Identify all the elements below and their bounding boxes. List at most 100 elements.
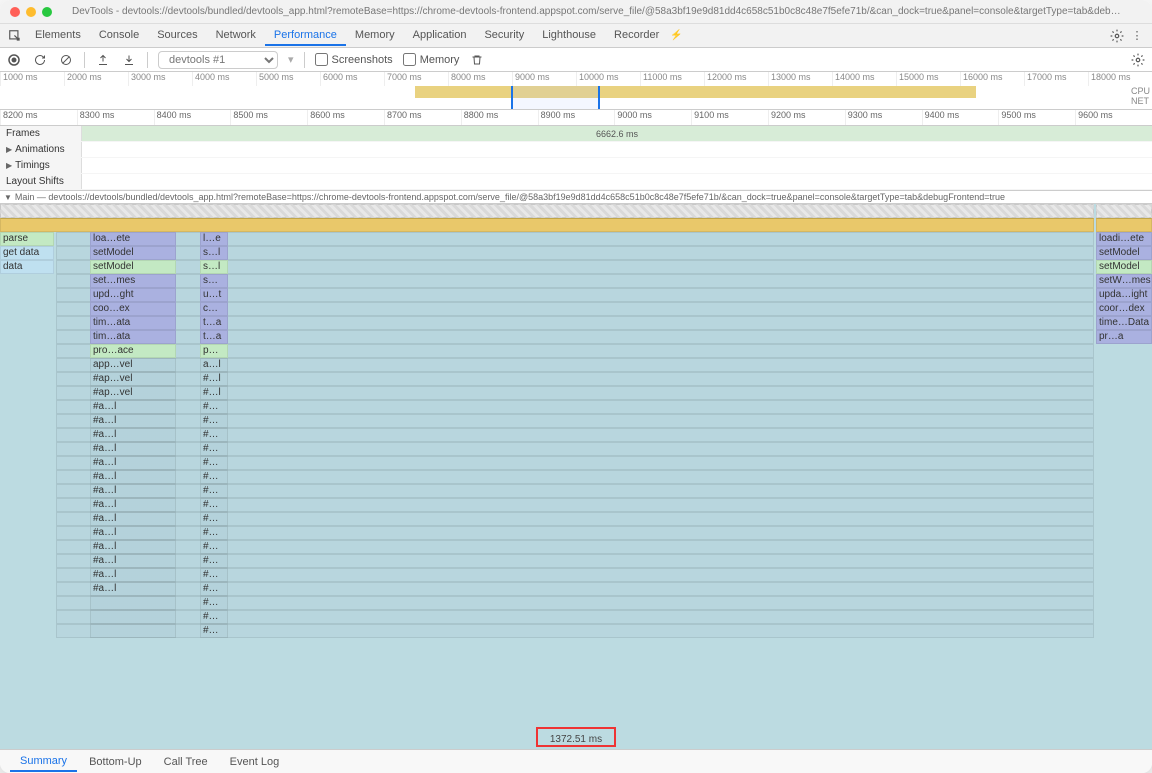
flame-entry[interactable]: tim…ata <box>90 330 176 344</box>
flame-entry[interactable]: p… <box>200 344 228 358</box>
bottom-tab-summary[interactable]: Summary <box>10 752 77 772</box>
flame-entry[interactable] <box>0 204 1094 218</box>
flame-entry[interactable]: pro…ace <box>90 344 176 358</box>
flame-entry[interactable]: setModel <box>90 260 176 274</box>
flame-chart[interactable]: 1372.51 ms TaskRun Microtasksparseloa…et… <box>0 204 1152 749</box>
zoom-window[interactable] <box>42 7 52 17</box>
flame-entry[interactable]: u…t <box>200 288 228 302</box>
flame-entry[interactable]: #… <box>200 610 228 624</box>
flame-entry[interactable]: #a…l <box>90 456 176 470</box>
flame-entry[interactable]: #… <box>200 526 228 540</box>
flame-entry[interactable]: #… <box>200 428 228 442</box>
tab-network[interactable]: Network <box>207 26 265 46</box>
flame-entry-side[interactable] <box>1096 204 1152 218</box>
flame-entry[interactable]: #… <box>200 400 228 414</box>
flame-entry-side[interactable] <box>1096 218 1152 232</box>
flame-entry-side[interactable]: loadi…ete <box>1096 232 1152 246</box>
flame-entry[interactable]: app…vel <box>90 358 176 372</box>
flame-entry[interactable]: #a…l <box>90 498 176 512</box>
tab-recorder[interactable]: Recorder <box>605 26 668 46</box>
flame-entry[interactable]: #a…l <box>90 526 176 540</box>
main-thread-header[interactable]: ▼Main — devtools://devtools/bundled/devt… <box>0 190 1152 204</box>
flame-entry[interactable]: #a…l <box>90 484 176 498</box>
flame-entry[interactable]: #… <box>200 414 228 428</box>
animations-track[interactable] <box>82 142 1152 157</box>
flame-entry[interactable]: coo…ex <box>90 302 176 316</box>
flame-entry[interactable]: #… <box>200 512 228 526</box>
flame-entry[interactable]: s…l <box>200 246 228 260</box>
flame-entry[interactable]: #… <box>200 554 228 568</box>
flame-entry[interactable]: set…mes <box>90 274 176 288</box>
trash-icon[interactable] <box>469 52 485 68</box>
flame-entry[interactable]: a…l <box>200 358 228 372</box>
upload-icon[interactable] <box>95 52 111 68</box>
download-icon[interactable] <box>121 52 137 68</box>
flame-entry-side[interactable]: setModel <box>1096 260 1152 274</box>
flame-entry[interactable]: #… <box>200 456 228 470</box>
inspect-icon[interactable] <box>6 29 24 43</box>
flame-entry[interactable]: #… <box>200 582 228 596</box>
screenshots-toggle[interactable]: Screenshots <box>315 53 393 66</box>
flame-entry[interactable]: #… <box>200 568 228 582</box>
flame-entry[interactable]: #ap…vel <box>90 386 176 400</box>
flame-entry-side[interactable]: setW…mes <box>1096 274 1152 288</box>
flame-entry[interactable]: #a…l <box>90 512 176 526</box>
flame-entry[interactable]: #… <box>200 540 228 554</box>
tab-sources[interactable]: Sources <box>148 26 206 46</box>
flame-entry[interactable]: upd…ght <box>90 288 176 302</box>
flame-entry[interactable]: #… <box>200 498 228 512</box>
flame-entry[interactable]: #… <box>200 470 228 484</box>
flame-entry[interactable]: tim…ata <box>90 316 176 330</box>
flame-entry[interactable]: #a…l <box>90 568 176 582</box>
memory-checkbox[interactable] <box>403 53 416 66</box>
tab-security[interactable]: Security <box>475 26 533 46</box>
flame-entry-side[interactable]: coor…dex <box>1096 302 1152 316</box>
minimize-window[interactable] <box>26 7 36 17</box>
layout-shifts-track[interactable] <box>82 174 1152 189</box>
flame-entry[interactable]: #…l <box>200 386 228 400</box>
close-window[interactable] <box>10 7 20 17</box>
tab-memory[interactable]: Memory <box>346 26 404 46</box>
flame-entry[interactable]: #a…l <box>90 400 176 414</box>
bottom-tab-event-log[interactable]: Event Log <box>220 753 290 771</box>
flame-entry-side[interactable]: pr…a <box>1096 330 1152 344</box>
layout-shifts-track-label[interactable]: Layout Shifts <box>0 174 82 189</box>
flame-entry[interactable]: #a…l <box>90 428 176 442</box>
flame-entry-side[interactable]: setModel <box>1096 246 1152 260</box>
flame-entry[interactable]: loa…ete <box>90 232 176 246</box>
bottom-tab-bottom-up[interactable]: Bottom-Up <box>79 753 152 771</box>
flame-entry[interactable]: s…l <box>200 260 228 274</box>
flame-entry[interactable] <box>90 596 176 610</box>
frames-track[interactable]: 6662.6 ms <box>82 126 1152 141</box>
screenshots-checkbox[interactable] <box>315 53 328 66</box>
flame-entry[interactable]: c… <box>200 302 228 316</box>
bottom-tab-call-tree[interactable]: Call Tree <box>154 753 218 771</box>
flame-entry-side[interactable]: upda…ight <box>1096 288 1152 302</box>
flame-entry[interactable]: #ap…vel <box>90 372 176 386</box>
flame-entry[interactable]: t…a <box>200 316 228 330</box>
animations-track-label[interactable]: ▶Animations <box>0 142 82 157</box>
flame-entry[interactable] <box>90 610 176 624</box>
flame-entry[interactable]: #…l <box>200 372 228 386</box>
overview-timeline[interactable]: 1000 ms2000 ms3000 ms4000 ms5000 ms6000 … <box>0 72 1152 110</box>
flame-entry-side[interactable]: time…Data <box>1096 316 1152 330</box>
flame-entry[interactable]: #… <box>200 596 228 610</box>
flame-entry[interactable]: #… <box>200 442 228 456</box>
flame-entry[interactable]: #a…l <box>90 554 176 568</box>
flame-entry[interactable]: setModel <box>90 246 176 260</box>
flame-entry[interactable] <box>90 624 176 638</box>
tab-console[interactable]: Console <box>90 26 148 46</box>
tab-lighthouse[interactable]: Lighthouse <box>533 26 605 46</box>
recording-select[interactable]: devtools #1 <box>158 51 278 69</box>
kebab-menu-icon[interactable]: ⋮ <box>1128 29 1146 42</box>
flame-entry[interactable]: #a…l <box>90 414 176 428</box>
frames-track-label[interactable]: Frames <box>0 126 82 141</box>
settings-icon[interactable] <box>1108 29 1126 43</box>
flame-entry[interactable]: #… <box>200 484 228 498</box>
timings-track-label[interactable]: ▶Timings <box>0 158 82 173</box>
record-icon[interactable] <box>6 52 22 68</box>
flame-entry[interactable]: #a…l <box>90 582 176 596</box>
flame-entry[interactable]: #a…l <box>90 540 176 554</box>
reload-icon[interactable] <box>32 52 48 68</box>
flame-entry[interactable]: s… <box>200 274 228 288</box>
